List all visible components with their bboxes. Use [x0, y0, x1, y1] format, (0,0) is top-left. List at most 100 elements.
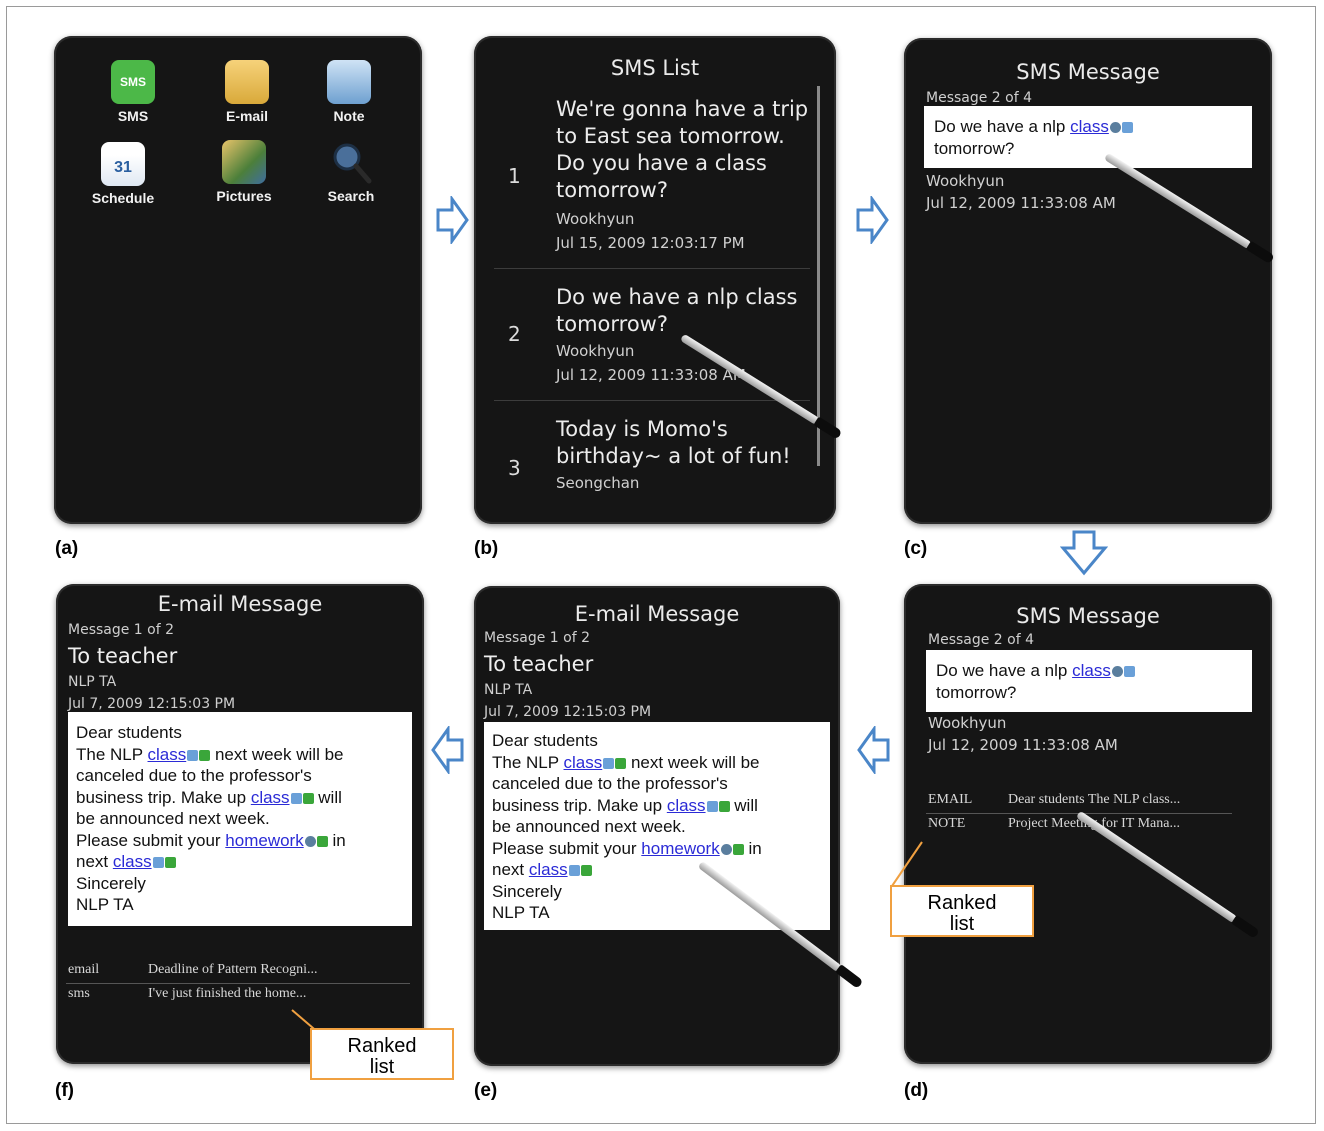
body-text: Do we have a nlp [936, 661, 1073, 680]
body-text: next week will be [626, 752, 760, 772]
date: Jul 12, 2009 11:33:08 AM [928, 736, 1118, 754]
body-text: NLP TA [76, 895, 134, 914]
app-label: Pictures [216, 188, 272, 204]
note-icon [187, 749, 199, 761]
keyword-link[interactable]: homework [225, 831, 303, 850]
callout-text: Ranked [927, 892, 997, 914]
sms-icon [164, 857, 176, 868]
email-from: NLP TA [484, 682, 533, 698]
screen-title: SMS List [610, 56, 700, 80]
keyword-link[interactable]: class [1070, 117, 1109, 136]
app-sms[interactable]: SMS SMS [88, 60, 178, 124]
globe-icon [1109, 122, 1121, 133]
pictures-icon [222, 140, 266, 184]
divider [494, 268, 810, 269]
sms-icon [732, 843, 744, 855]
sms-sender: Wookhyun [556, 210, 635, 228]
keyword-link[interactable]: class [529, 860, 568, 879]
app-search[interactable]: Search [306, 140, 396, 204]
app-label: Note [333, 108, 365, 124]
note-icon [1123, 666, 1135, 677]
message-body: Do we have a nlp class tomorrow? [926, 650, 1252, 712]
caption-a: (a) [55, 538, 79, 559]
sms-icon [718, 800, 730, 812]
keyword-link[interactable]: homework [641, 839, 719, 858]
divider [66, 983, 410, 984]
email-date: Jul 7, 2009 12:15:03 PM [68, 696, 236, 712]
app-email[interactable]: E-mail [202, 60, 292, 124]
note-icon [290, 792, 302, 804]
body-text: next week will be [210, 744, 344, 764]
note-icon [1121, 122, 1133, 133]
email-subject: To teacher [68, 644, 178, 668]
caption-c: (c) [904, 538, 928, 559]
note-icon [327, 60, 371, 104]
row-number: 1 [508, 164, 521, 188]
arrow-down-icon [1060, 530, 1108, 576]
screen-title: E-mail Message [574, 602, 740, 626]
callout-text: list [949, 913, 975, 935]
sms-date: Jul 15, 2009 12:03:17 PM [556, 234, 745, 252]
item-preview: Deadline of Pattern Recogni... [148, 962, 318, 977]
body-text: will [729, 795, 758, 815]
email-date: Jul 7, 2009 12:15:03 PM [484, 704, 652, 720]
email-subject: To teacher [484, 652, 594, 676]
sms-sender: Wookhyun [556, 342, 635, 360]
body-text: Please submit your [76, 830, 226, 850]
email-from: NLP TA [68, 674, 117, 690]
message-counter: Message 1 of 2 [484, 630, 591, 646]
keyword-link[interactable]: class [251, 788, 290, 807]
message-counter: Message 2 of 4 [928, 632, 1035, 648]
item-type: email [68, 962, 100, 977]
keyword-link[interactable]: class [564, 753, 603, 772]
sms-sender: Seongchan [556, 474, 640, 492]
screen-title: SMS Message [1016, 604, 1160, 628]
callout-pointer-line [891, 841, 923, 887]
sms-icon [615, 757, 627, 769]
app-label: SMS [117, 108, 149, 124]
app-label: Search [327, 188, 375, 204]
keyword-link[interactable]: class [667, 796, 706, 815]
body-text: Sincerely [492, 881, 562, 901]
email-icon [225, 60, 269, 104]
phone-screen-c: SMS Message Message 2 of 4 Do we have a … [904, 38, 1272, 524]
screen-title: E-mail Message [157, 592, 323, 616]
row-number: 2 [508, 322, 521, 346]
app-label: Schedule [91, 190, 155, 206]
sms-preview: Do we have a nlp class tomorrow? [556, 285, 798, 336]
item-preview: Dear students The NLP class... [1008, 792, 1181, 807]
sms-icon [199, 749, 211, 761]
note-icon [706, 800, 718, 812]
item-preview: I've just finished the home... [148, 986, 307, 1001]
note-icon [152, 857, 164, 868]
body-text: The NLP [76, 744, 148, 764]
sms-icon [316, 835, 328, 847]
keyword-link[interactable]: class [148, 745, 187, 764]
date: Jul 12, 2009 11:33:08 AM [926, 194, 1116, 212]
item-type: EMAIL [928, 792, 973, 807]
sms-date: Jul 12, 2009 11:33:08 AM [556, 366, 746, 384]
callout-text: Ranked [347, 1035, 417, 1057]
app-note[interactable]: Note [304, 60, 394, 124]
scrollbar[interactable] [817, 86, 820, 466]
app-schedule[interactable]: 31 Schedule [78, 142, 168, 206]
item-type: NOTE [928, 816, 966, 831]
app-pictures[interactable]: Pictures [199, 140, 289, 204]
caption-f: (f) [55, 1080, 74, 1101]
keyword-link[interactable]: class [1072, 661, 1111, 680]
sender: Wookhyun [926, 172, 1005, 190]
body-text: Dear students [76, 723, 182, 742]
body-text: canceled due to the professor's [492, 774, 728, 793]
body-text: will [313, 787, 342, 807]
keyword-link[interactable]: class [113, 852, 152, 871]
body-text: Do we have a nlp [934, 117, 1071, 136]
sender: Wookhyun [928, 714, 1007, 732]
body-text: in [327, 830, 346, 850]
arrow-right-icon [436, 196, 469, 244]
body-text: Sincerely [76, 873, 146, 893]
body-text: Dear students [492, 731, 598, 750]
globe-icon [1111, 666, 1123, 677]
sms-icon: SMS [111, 60, 155, 104]
caption-b: (b) [474, 538, 499, 559]
phone-screen-b: SMS List 1 We're gonna have a trip to Ea… [474, 36, 836, 524]
